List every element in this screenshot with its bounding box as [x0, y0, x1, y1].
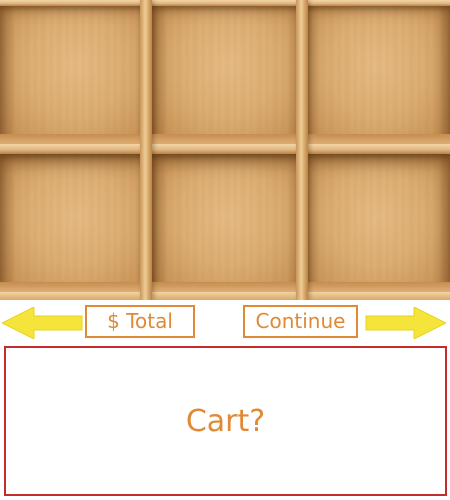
arrow-left-icon[interactable] — [2, 307, 84, 339]
wooden-shelf — [0, 0, 450, 300]
shelf-slot-1[interactable] — [0, 0, 152, 146]
cart-label: Cart? — [185, 403, 266, 439]
shelf-board-middle — [0, 144, 450, 154]
arrow-right-icon[interactable] — [364, 307, 446, 339]
game-screen: $ Total Continue Cart? — [0, 0, 450, 500]
shelf-slot-2[interactable] — [152, 0, 304, 146]
shelf-slot-4[interactable] — [0, 154, 152, 294]
cart-panel[interactable]: Cart? — [4, 346, 447, 496]
shelf-divider-left — [140, 0, 152, 300]
shelf-slot-3[interactable] — [304, 0, 450, 146]
shelf-slot-6[interactable] — [304, 154, 450, 294]
shelf-board-bottom — [0, 292, 450, 300]
shelf-slot-5[interactable] — [152, 154, 304, 294]
continue-button[interactable]: Continue — [243, 305, 358, 338]
total-button[interactable]: $ Total — [85, 305, 195, 338]
shelf-divider-right — [296, 0, 308, 300]
shelf-board-top — [0, 0, 450, 6]
